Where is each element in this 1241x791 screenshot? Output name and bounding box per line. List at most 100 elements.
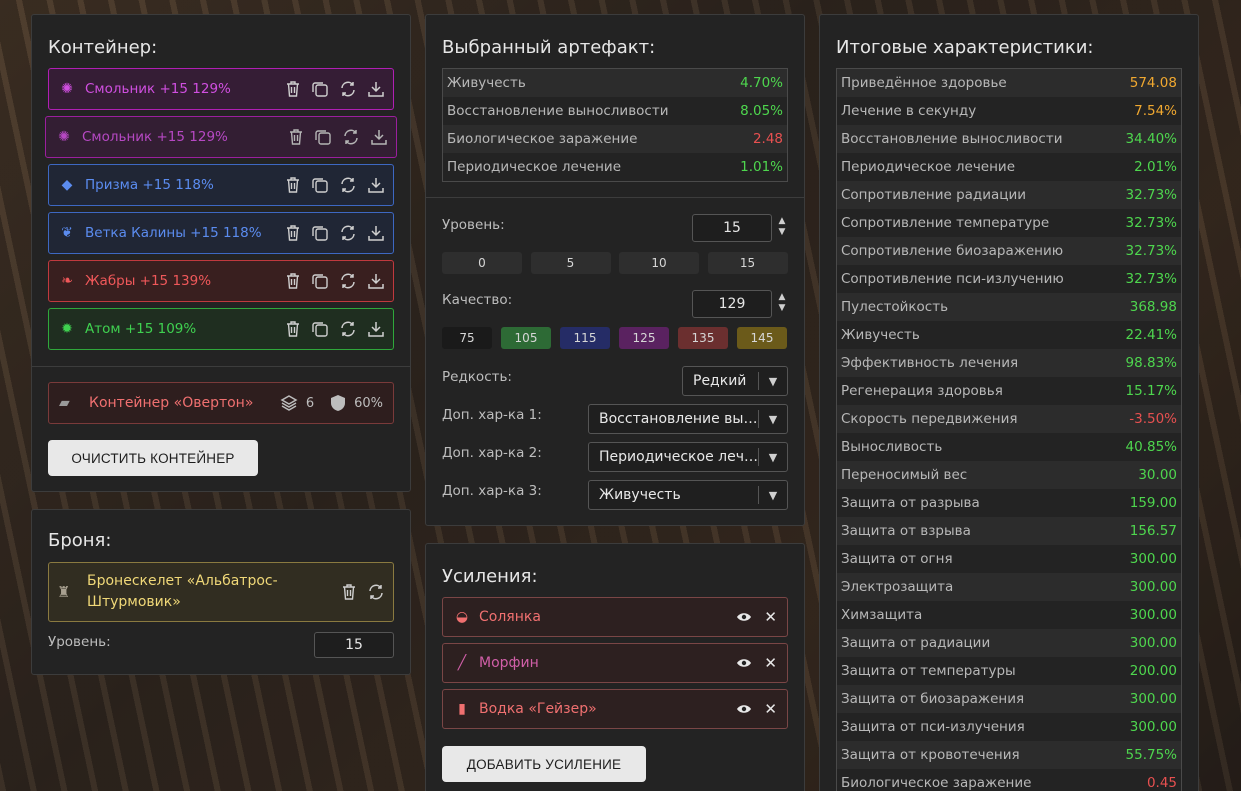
boosts-title: Усиления: — [442, 566, 538, 587]
stat-value: 1.01% — [740, 159, 783, 175]
copy-icon[interactable] — [314, 128, 332, 146]
close-icon[interactable]: ✕ — [764, 654, 777, 672]
quality-preset-button[interactable]: 105 — [501, 327, 551, 349]
extra3-select[interactable]: Живучесть ▼ — [588, 480, 788, 510]
stat-label: Защита от разрыва — [841, 495, 980, 511]
refresh-icon[interactable] — [339, 272, 357, 290]
copy-icon[interactable] — [311, 320, 329, 338]
quality-preset-button[interactable]: 125 — [619, 327, 669, 349]
artefact-row[interactable]: ❦ Ветка Калины +15 118% — [48, 212, 394, 254]
stat-row: Периодическое лечение 2.01% — [837, 153, 1181, 181]
syringe-icon: ╱ — [457, 655, 467, 671]
extra1-value: Восстановление выносливости — [599, 411, 758, 427]
copy-icon[interactable] — [311, 80, 329, 98]
stat-row: Сопротивление радиации 32.73% — [837, 181, 1181, 209]
chevron-down-icon: ▼ — [768, 450, 778, 464]
close-icon[interactable]: ✕ — [764, 608, 777, 626]
extra1-select[interactable]: Восстановление выносливости ▼ — [588, 404, 788, 434]
trash-icon[interactable] — [288, 128, 304, 146]
artefact-row[interactable]: ✺ Смольник +15 129% — [48, 68, 394, 110]
trash-icon[interactable] — [285, 176, 301, 194]
quality-preset-button[interactable]: 115 — [560, 327, 610, 349]
stat-row: Химзащита 300.00 — [837, 601, 1181, 629]
rarity-select[interactable]: Редкий ▼ — [682, 366, 788, 396]
trash-icon[interactable] — [285, 320, 301, 338]
prism-icon: ◆ — [61, 177, 73, 193]
download-icon[interactable] — [367, 272, 385, 290]
armor-item[interactable]: ♜ Бронескелет «Альбатрос- Штурмовик» — [48, 562, 394, 622]
stat-value: 0.45 — [1146, 775, 1177, 791]
download-icon[interactable] — [367, 176, 385, 194]
boost-row[interactable]: ▮ Водка «Гейзер» ✕ — [442, 689, 788, 729]
divider — [32, 366, 410, 367]
download-icon[interactable] — [367, 320, 385, 338]
level-preset-button[interactable]: 10 — [619, 252, 699, 274]
close-icon[interactable]: ✕ — [764, 700, 777, 718]
stat-label: Переносимый вес — [841, 467, 968, 483]
stat-row: Живучесть 22.41% — [837, 321, 1181, 349]
extra2-select[interactable]: Периодическое лечение ▼ — [588, 442, 788, 472]
refresh-icon[interactable] — [339, 320, 357, 338]
stat-label: Защита от радиации — [841, 635, 991, 651]
stat-value: 32.73% — [1125, 271, 1177, 287]
level-preset-button[interactable]: 5 — [530, 252, 611, 274]
stat-value: 574.08 — [1129, 75, 1177, 91]
eye-icon[interactable] — [736, 611, 752, 623]
boost-row[interactable]: ◒ Солянка ✕ — [442, 597, 788, 637]
add-boost-button[interactable]: ДОБАВИТЬ УСИЛЕНИЕ — [442, 746, 646, 782]
stat-value: 300.00 — [1129, 551, 1177, 567]
container-item[interactable]: ▰ Контейнер «Овертон» 6 60% — [48, 382, 394, 424]
copy-icon[interactable] — [311, 272, 329, 290]
clear-container-button[interactable]: ОЧИСТИТЬ КОНТЕЙНЕР — [48, 440, 258, 476]
refresh-icon[interactable] — [339, 224, 357, 242]
trash-icon[interactable] — [285, 272, 301, 290]
stat-value: 8.05% — [740, 103, 783, 119]
level-spinner[interactable]: ▲ ▼ — [776, 216, 788, 238]
artefact-row[interactable]: ❧ Жабры +15 139% — [48, 260, 394, 302]
level-input[interactable]: 15 — [692, 214, 772, 242]
refresh-icon[interactable] — [342, 128, 360, 146]
stat-value: 34.40% — [1125, 131, 1177, 147]
download-icon[interactable] — [367, 80, 385, 98]
artefact-name: Смольник +15 129% — [85, 81, 231, 97]
trash-icon[interactable] — [285, 80, 301, 98]
branch-icon: ❦ — [61, 225, 73, 241]
download-icon[interactable] — [370, 128, 388, 146]
level-preset-button[interactable]: 15 — [707, 252, 788, 274]
stat-row: Защита от температуры 200.00 — [837, 657, 1181, 685]
armor-level-input[interactable]: 15 — [314, 632, 394, 658]
stat-value: 30.00 — [1138, 467, 1177, 483]
eye-icon[interactable] — [736, 657, 752, 669]
quality-preset-button[interactable]: 145 — [737, 327, 787, 349]
refresh-icon[interactable] — [339, 176, 357, 194]
artefact-name: Ветка Калины +15 118% — [85, 225, 262, 241]
eye-icon[interactable] — [736, 703, 752, 715]
stat-row: Сопротивление пси-излучению 32.73% — [837, 265, 1181, 293]
artefact-row[interactable]: ✺ Смольник +15 129% — [45, 116, 397, 158]
boost-row[interactable]: ╱ Морфин ✕ — [442, 643, 788, 683]
artefact-row[interactable]: ◆ Призма +15 118% — [48, 164, 394, 206]
shield-icon — [331, 395, 346, 411]
stat-value: 300.00 — [1129, 719, 1177, 735]
download-icon[interactable] — [367, 224, 385, 242]
artefact-name: Призма +15 118% — [85, 177, 214, 193]
stat-value: 15.17% — [1125, 383, 1177, 399]
stat-value: 2.48 — [752, 131, 783, 147]
quality-preset-button[interactable]: 75 — [442, 327, 492, 349]
artefact-row[interactable]: ✹ Атом +15 109% — [48, 308, 394, 350]
refresh-icon[interactable] — [339, 80, 357, 98]
trash-icon[interactable] — [285, 224, 301, 242]
stat-row: Сопротивление температуре 32.73% — [837, 209, 1181, 237]
refresh-icon[interactable] — [367, 583, 385, 601]
copy-icon[interactable] — [311, 176, 329, 194]
stat-row: Биологическое заражение 0.45 — [837, 769, 1181, 791]
copy-icon[interactable] — [311, 224, 329, 242]
stat-value: 22.41% — [1125, 327, 1177, 343]
level-preset-button[interactable]: 0 — [442, 252, 522, 274]
quality-input[interactable]: 129 — [692, 290, 772, 318]
quality-spinner[interactable]: ▲ ▼ — [776, 292, 788, 314]
trash-icon[interactable] — [341, 583, 357, 601]
selected-artefact-panel: Выбранный артефакт: Живучесть 4.70% Восста… — [425, 14, 805, 526]
quality-preset-button[interactable]: 135 — [678, 327, 728, 349]
stat-label: Электрозащита — [841, 579, 954, 595]
